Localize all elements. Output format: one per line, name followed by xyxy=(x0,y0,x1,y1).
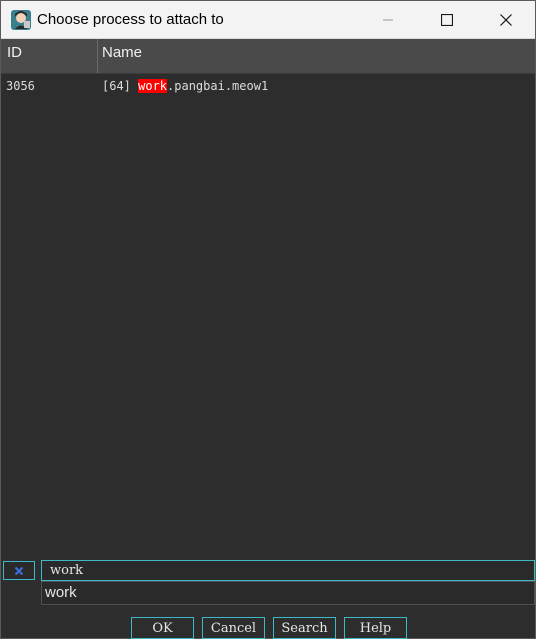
column-header-id[interactable]: ID xyxy=(7,39,22,74)
process-list-header: ID Name xyxy=(1,39,535,74)
close-icon xyxy=(500,13,512,26)
column-divider[interactable] xyxy=(97,39,98,73)
maximize-button[interactable] xyxy=(418,1,476,38)
search-button[interactable]: Search xyxy=(273,617,336,639)
column-header-name[interactable]: Name xyxy=(102,39,142,74)
cheat-engine-icon xyxy=(10,9,32,31)
filter-match-highlight: work xyxy=(138,79,168,93)
cancel-button[interactable]: Cancel xyxy=(202,617,265,639)
process-name-suffix: .pangbai.meow1 xyxy=(167,79,269,93)
ok-button[interactable]: OK xyxy=(131,617,194,639)
process-list[interactable]: 3056 [64] work.pangbai.meow1 xyxy=(1,74,535,558)
clear-x-icon xyxy=(14,566,24,575)
attach-process-dialog: Choose process to attach to ID Name 3056… xyxy=(0,0,536,639)
clear-filter-button[interactable] xyxy=(3,561,35,580)
help-button[interactable]: Help xyxy=(344,617,407,639)
title-bar: Choose process to attach to xyxy=(1,1,535,39)
window-title: Choose process to attach to xyxy=(37,11,224,28)
maximize-icon xyxy=(441,13,453,26)
process-name: [64] work.pangbai.meow1 xyxy=(102,79,268,93)
autocomplete-dropdown: work xyxy=(41,581,535,605)
filter-input[interactable] xyxy=(41,560,535,581)
minimize-icon xyxy=(383,19,393,20)
process-row[interactable]: 3056 [64] work.pangbai.meow1 xyxy=(1,76,535,96)
process-name-prefix: [64] xyxy=(102,79,139,93)
autocomplete-item[interactable]: work xyxy=(45,584,77,601)
close-button[interactable] xyxy=(477,1,535,38)
process-id: 3056 xyxy=(6,79,35,93)
minimize-button[interactable] xyxy=(359,1,417,38)
